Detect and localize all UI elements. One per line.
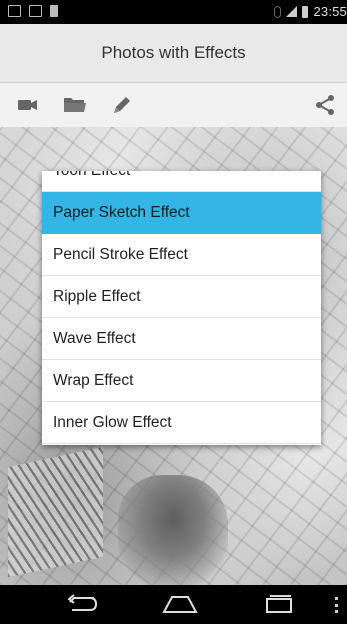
video-camera-button[interactable] bbox=[16, 93, 40, 117]
overflow-dot bbox=[335, 603, 338, 607]
menu-item-label: Inner Glow Effect bbox=[53, 413, 172, 431]
back-icon bbox=[67, 594, 98, 611]
home-icon bbox=[162, 596, 198, 613]
status-left-icons bbox=[8, 5, 58, 17]
menu-item-wrap-effect[interactable]: Wrap Effect bbox=[42, 360, 321, 402]
alarm-icon bbox=[274, 5, 282, 18]
share-icon bbox=[316, 95, 334, 115]
photo-basket-shape bbox=[8, 446, 103, 578]
photo-subject-shape bbox=[118, 475, 228, 585]
menu-item-label: Pencil Stroke Effect bbox=[53, 245, 188, 263]
menu-item-paper-sketch-effect[interactable]: Paper Sketch Effect bbox=[42, 192, 321, 234]
status-bar: 23:55 bbox=[0, 0, 347, 24]
overflow-dot bbox=[335, 610, 338, 613]
overflow-dot bbox=[335, 597, 338, 600]
signal-icon bbox=[286, 6, 298, 17]
menu-item-label: Wrap Effect bbox=[53, 371, 134, 389]
notification-icon bbox=[8, 5, 21, 17]
back-button[interactable] bbox=[64, 593, 100, 615]
menu-item-ripple-effect[interactable]: Ripple Effect bbox=[42, 276, 321, 318]
open-folder-button[interactable] bbox=[62, 93, 86, 117]
gmail-icon bbox=[29, 5, 42, 17]
menu-item-label: Paper Sketch Effect bbox=[53, 203, 190, 221]
menu-item-label: Ripple Effect bbox=[53, 287, 141, 305]
navigation-bar bbox=[0, 585, 347, 624]
home-button[interactable] bbox=[160, 593, 200, 615]
menu-item-toon-effect[interactable]: Toon Effect bbox=[42, 171, 321, 192]
toolbar bbox=[0, 83, 347, 127]
menu-item-wave-effect[interactable]: Wave Effect bbox=[42, 318, 321, 360]
sd-card-icon bbox=[50, 5, 58, 17]
share-button[interactable] bbox=[313, 93, 337, 117]
folder-icon bbox=[64, 98, 86, 112]
effects-menu: Toon Effect Paper Sketch Effect Pencil S… bbox=[42, 171, 321, 445]
recent-apps-button[interactable] bbox=[262, 593, 294, 615]
menu-item-label: Wave Effect bbox=[53, 329, 136, 347]
edit-button[interactable] bbox=[110, 93, 134, 117]
menu-item-label: Toon Effect bbox=[53, 171, 130, 180]
page-title: Photos with Effects bbox=[101, 43, 246, 62]
status-right-icons: 23:55 bbox=[274, 4, 347, 19]
battery-icon bbox=[302, 5, 309, 18]
overflow-menu-button[interactable] bbox=[335, 597, 339, 613]
video-camera-icon bbox=[18, 100, 37, 110]
menu-item-inner-glow-effect[interactable]: Inner Glow Effect bbox=[42, 402, 321, 444]
pencil-icon bbox=[114, 97, 130, 113]
menu-item-pencil-stroke-effect[interactable]: Pencil Stroke Effect bbox=[42, 234, 321, 276]
recent-apps-icon bbox=[266, 595, 292, 613]
title-bar: Photos with Effects bbox=[0, 24, 347, 83]
status-time: 23:55 bbox=[313, 4, 347, 19]
